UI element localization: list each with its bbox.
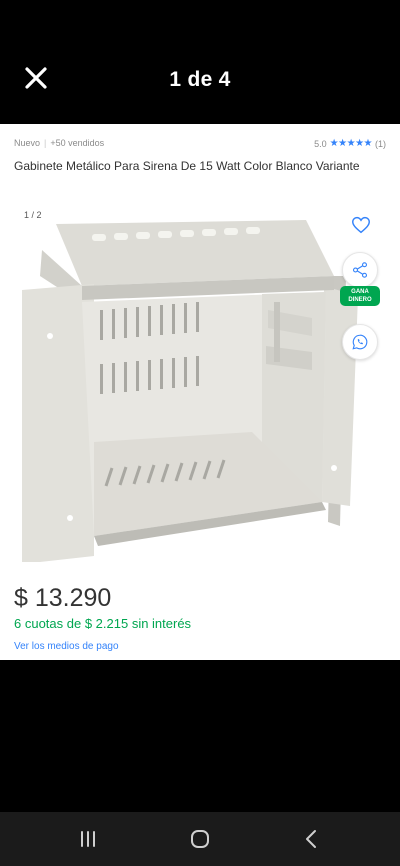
sold-count: +50 vendidos [50,138,105,148]
rating-value: 5.0 [314,138,327,149]
product-card: Nuevo | +50 vendidos 5.0 ★★★★★ (1) Gabinet… [0,124,400,660]
viewer-top-bar: 1 de 4 [0,40,400,120]
product-image[interactable] [22,206,362,562]
condition-label: Nuevo [14,138,41,148]
product-gallery[interactable]: 1 / 2 GANA DINERO [14,206,386,566]
installments-info: 6 cuotas de $ 2.215 sin interés [14,616,192,631]
heart-icon [352,216,370,234]
recents-button[interactable] [74,826,102,852]
rating-stars-icon: ★★★★★ [329,138,373,149]
earn-money-badge: GANA DINERO [340,286,380,306]
back-button[interactable] [298,826,326,852]
payment-methods-link[interactable]: Ver los medios de pago [14,641,119,652]
whatsapp-share-button[interactable] [342,324,378,360]
product-title: Gabinete Metálico Para Sirena De 15 Watt… [14,159,360,173]
image-counter: 1 / 2 [24,210,42,220]
favorite-button[interactable] [350,214,372,236]
home-button[interactable] [186,826,214,852]
product-meta: Nuevo | +50 vendidos 5.0 ★★★★★ (1) [14,138,386,152]
whatsapp-icon [352,334,368,350]
share-button[interactable] [342,252,378,288]
sales-info: Nuevo | +50 vendidos [14,138,104,148]
image-viewer: 1 de 4 Nuevo | +50 vendidos 5.0 ★★★★★ (1) … [0,0,400,866]
recents-icon [81,831,95,847]
back-icon [306,830,316,848]
reviews-count: (1) [375,138,386,149]
home-icon [191,830,209,848]
share-icon [352,262,368,278]
viewer-title: 1 de 4 [169,68,231,91]
meta-separator: | [44,138,47,148]
rating-info[interactable]: 5.0 ★★★★★ (1) [314,138,386,149]
product-price: $ 13.290 [14,584,112,612]
system-nav-bar [0,812,400,866]
